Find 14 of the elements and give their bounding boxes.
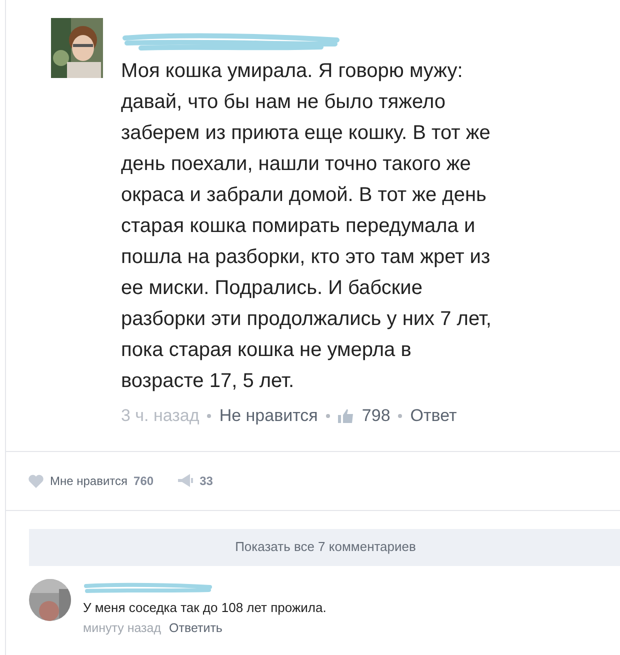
comment-text: У меня соседка так до 108 лет прожила. [83, 598, 326, 617]
share-button[interactable]: 33 [178, 472, 213, 490]
reply-link[interactable]: Ответ [410, 403, 457, 428]
timestamp: минуту назад [83, 620, 162, 637]
reply-link[interactable]: Ответить [169, 619, 222, 638]
like-button[interactable]: Мне нравится 760 [28, 472, 154, 490]
dislike-link[interactable]: Не нравится [219, 403, 318, 428]
like-count: 798 [362, 405, 390, 427]
show-all-comments-button[interactable]: Показать все 7 комментариев [29, 528, 620, 566]
thumbs-up-icon [338, 408, 354, 423]
comment-text: Моя кошка умирала. Я говорю мужу: давай, что бы нам не было тяжело заберем из приюта еще кошку. В тот же день поехали, нашли точно такого же окраса и забрали домой. В тот же день старая кошка помирать передумала и пошла на разборки, кто это там жрет из ее миски. Подрались. И бабские разборки эти продолжались у них 7 лет, пока старая кошка не умерла в возрасте 17, 5 лет. [121, 59, 492, 394]
megaphone-icon [178, 474, 193, 487]
heart-icon [28, 474, 44, 488]
timestamp: 3 ч. назад [121, 405, 200, 427]
